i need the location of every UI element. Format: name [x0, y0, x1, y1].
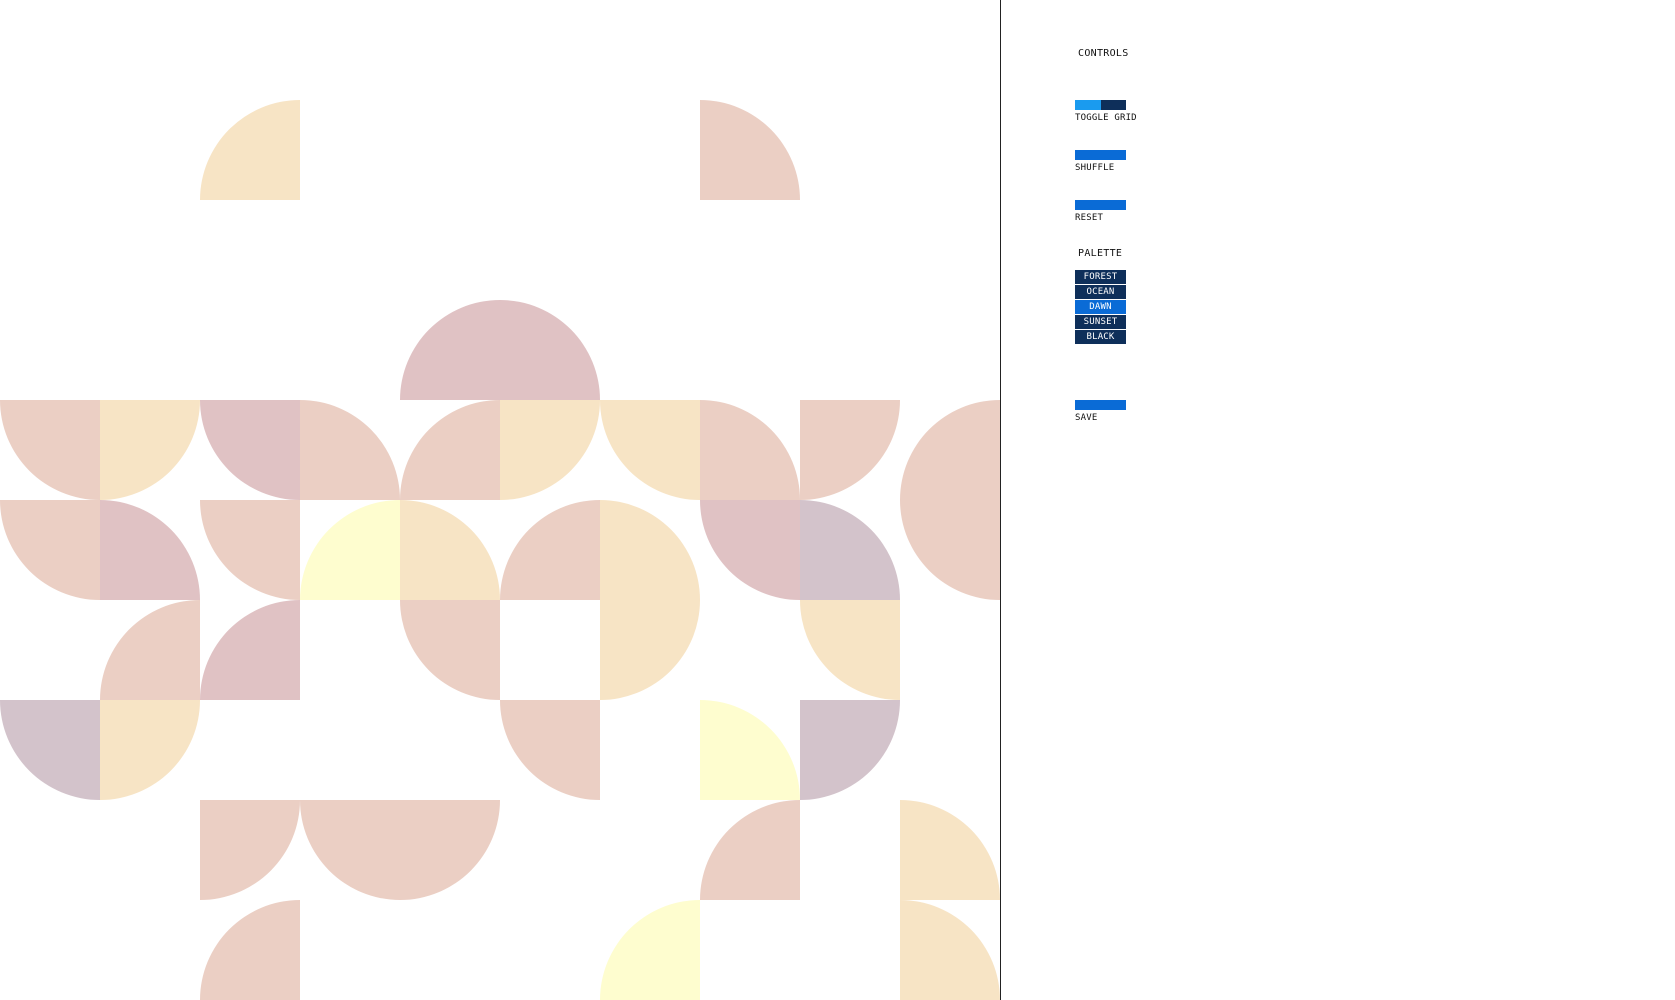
pattern-tile	[400, 300, 600, 400]
pattern-tile	[500, 400, 600, 500]
palette-option-forest[interactable]: FOREST	[1075, 270, 1126, 284]
palette-option-dawn[interactable]: DAWN	[1075, 300, 1126, 314]
pattern-tile	[200, 900, 300, 1000]
pattern-tile	[100, 500, 200, 600]
palette-option-black[interactable]: BLACK	[1075, 330, 1126, 344]
pattern-tile	[600, 500, 700, 700]
pattern-tile	[800, 400, 900, 500]
pattern-tile	[600, 400, 700, 500]
pattern-tile	[500, 500, 600, 600]
pattern-tile	[200, 500, 300, 600]
pattern-canvas	[0, 0, 1000, 1000]
pattern-tile	[800, 600, 900, 700]
palette-option-sunset[interactable]: SUNSET	[1075, 315, 1126, 329]
pattern-tile	[200, 100, 300, 200]
pattern-tile	[700, 800, 800, 900]
reset-label: RESET	[1075, 213, 1104, 223]
toggle-grid-button[interactable]	[1075, 100, 1126, 110]
pattern-tile	[700, 500, 800, 600]
palette-heading: PALETTE	[1078, 248, 1123, 259]
pattern-tile	[600, 900, 700, 1000]
toggle-grid-label: TOGGLE GRID	[1075, 113, 1137, 123]
pattern-tile	[200, 800, 300, 900]
pattern-tile	[0, 400, 100, 500]
pattern-tile	[100, 600, 200, 700]
pattern-tile	[900, 400, 1000, 600]
toggle-on-segment	[1075, 100, 1101, 110]
pattern-tile	[0, 700, 100, 800]
pattern-tile	[700, 400, 800, 500]
pattern-tile	[400, 600, 500, 700]
pattern-tile	[300, 800, 500, 900]
pattern-tile	[100, 700, 200, 800]
reset-button[interactable]	[1075, 200, 1126, 210]
pattern-tile	[400, 400, 500, 500]
save-label: SAVE	[1075, 413, 1098, 423]
pattern-tile	[900, 900, 1000, 1000]
pattern-tile	[700, 100, 800, 200]
pattern-art	[0, 100, 1000, 1000]
pattern-tile	[800, 500, 900, 600]
shuffle-label: SHUFFLE	[1075, 163, 1115, 173]
pattern-tile	[500, 700, 600, 800]
pattern-tile	[200, 600, 300, 700]
pattern-tile	[700, 700, 800, 800]
palette-option-ocean[interactable]: OCEAN	[1075, 285, 1126, 299]
toggle-off-segment	[1101, 100, 1126, 110]
pattern-tile	[300, 500, 400, 600]
pattern-tile	[300, 400, 400, 500]
save-button[interactable]	[1075, 400, 1126, 410]
pattern-tile	[200, 400, 300, 500]
pattern-tile	[0, 500, 100, 600]
controls-heading: CONTROLS	[1078, 48, 1129, 59]
control-panel: CONTROLS TOGGLE GRID SHUFFLE RESET PALET…	[1001, 0, 1675, 1000]
shuffle-button[interactable]	[1075, 150, 1126, 160]
pattern-tile	[900, 800, 1000, 900]
pattern-tile	[800, 700, 900, 800]
pattern-tile	[400, 500, 500, 600]
pattern-tile	[100, 400, 200, 500]
